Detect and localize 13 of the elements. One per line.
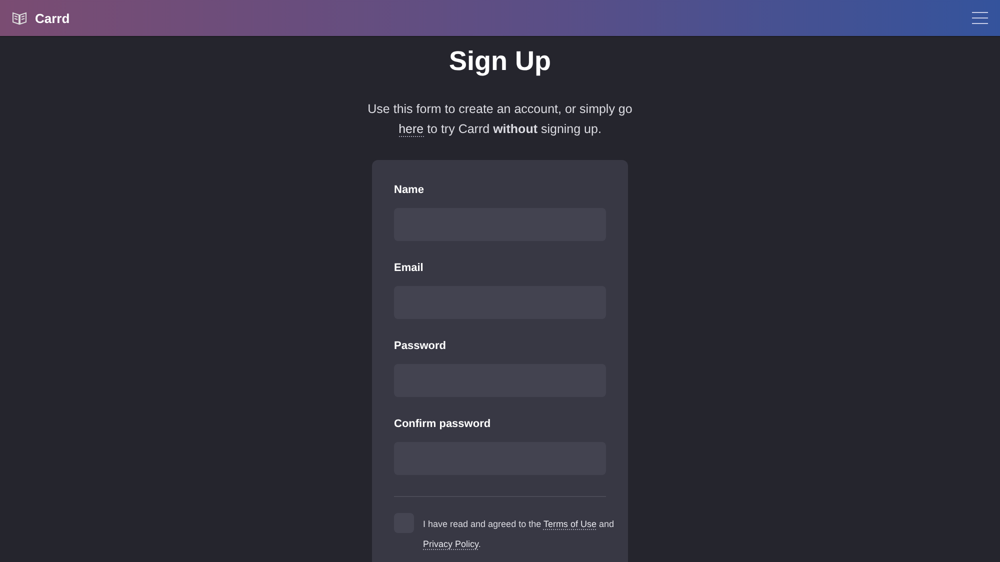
field-label: Password: [394, 340, 447, 352]
menu-icon[interactable]: [972, 12, 988, 24]
field-label: Name: [394, 184, 425, 196]
agreement-text: I have read and agreed to the Terms of Use and Privacy Policy.: [423, 518, 614, 552]
brand-name: Carrd: [35, 10, 70, 26]
field-label: Confirm password: [394, 418, 492, 430]
page-title: Sign Up: [449, 46, 551, 77]
intro-text: Use this form to create an account, or simply go here to try Carrd without signing up.: [366, 101, 634, 139]
text-link[interactable]: Terms of Use: [543, 519, 596, 530]
field-label: Email: [394, 262, 424, 274]
text-link[interactable]: Privacy Policy: [423, 539, 478, 550]
text-link[interactable]: here: [398, 122, 424, 137]
book-logo-icon: [12, 11, 27, 25]
